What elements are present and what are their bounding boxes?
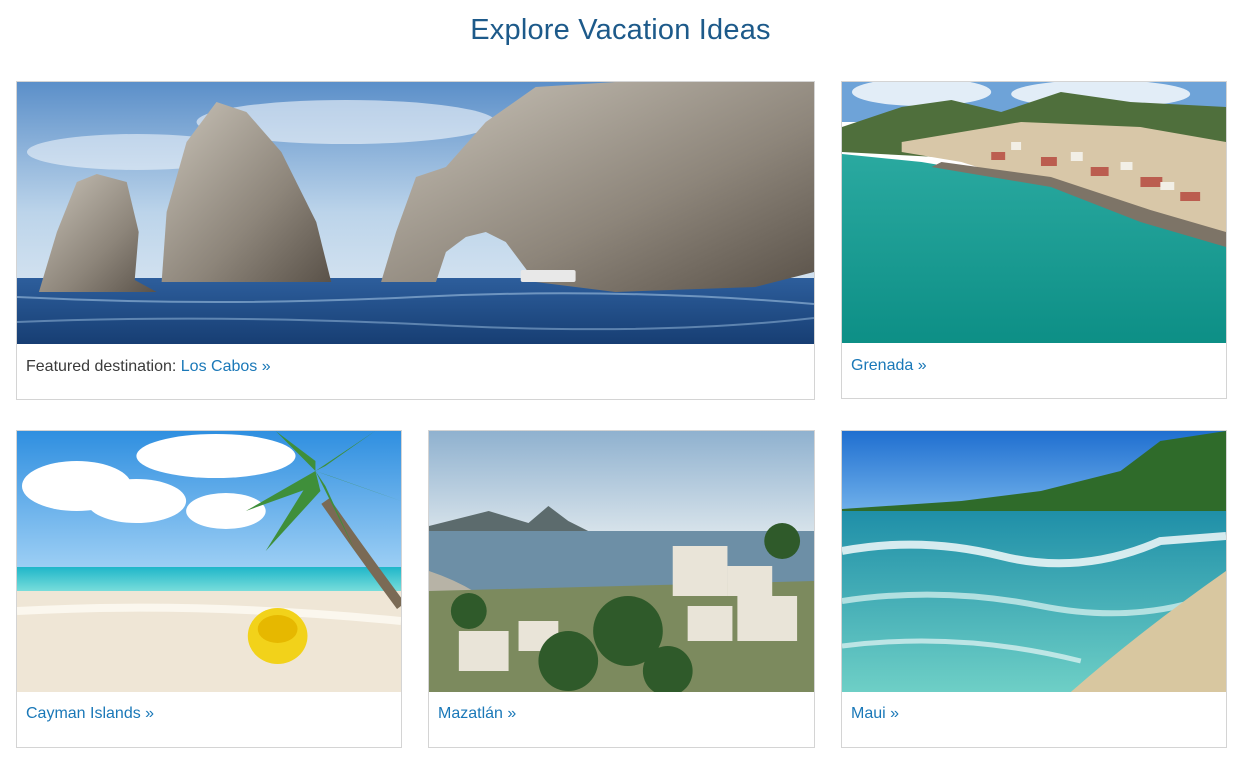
grenada-photo[interactable] bbox=[842, 82, 1226, 343]
page-title: Explore Vacation Ideas bbox=[470, 14, 771, 46]
grenada-caption: Grenada » bbox=[851, 357, 927, 375]
destination-card-cayman-islands[interactable]: Cayman Islands » bbox=[16, 430, 402, 748]
featured-caption: Featured destination: Los Cabos » bbox=[26, 358, 271, 376]
destination-card-maui[interactable]: Maui » bbox=[841, 430, 1227, 748]
destination-card-mazatlan[interactable]: Mazatlán » bbox=[428, 430, 815, 748]
maui-caption: Maui » bbox=[851, 705, 899, 723]
cayman-islands-caption: Cayman Islands » bbox=[26, 705, 154, 723]
grenada-link[interactable]: Grenada » bbox=[851, 357, 927, 374]
los-cabos-link[interactable]: Los Cabos » bbox=[181, 358, 271, 375]
destination-card-los-cabos[interactable]: Featured destination: Los Cabos » bbox=[16, 81, 815, 400]
cayman-islands-link[interactable]: Cayman Islands » bbox=[26, 705, 154, 722]
mazatlan-link[interactable]: Mazatlán » bbox=[438, 705, 516, 722]
mazatlan-caption: Mazatlán » bbox=[438, 705, 516, 723]
destination-card-grenada[interactable]: Grenada » bbox=[841, 81, 1227, 399]
mazatlan-photo[interactable] bbox=[429, 431, 814, 692]
cayman-islands-photo[interactable] bbox=[17, 431, 401, 692]
los-cabos-photo[interactable] bbox=[17, 82, 814, 344]
maui-link[interactable]: Maui » bbox=[851, 705, 899, 722]
maui-photo[interactable] bbox=[842, 431, 1226, 692]
featured-prefix: Featured destination: bbox=[26, 358, 181, 375]
